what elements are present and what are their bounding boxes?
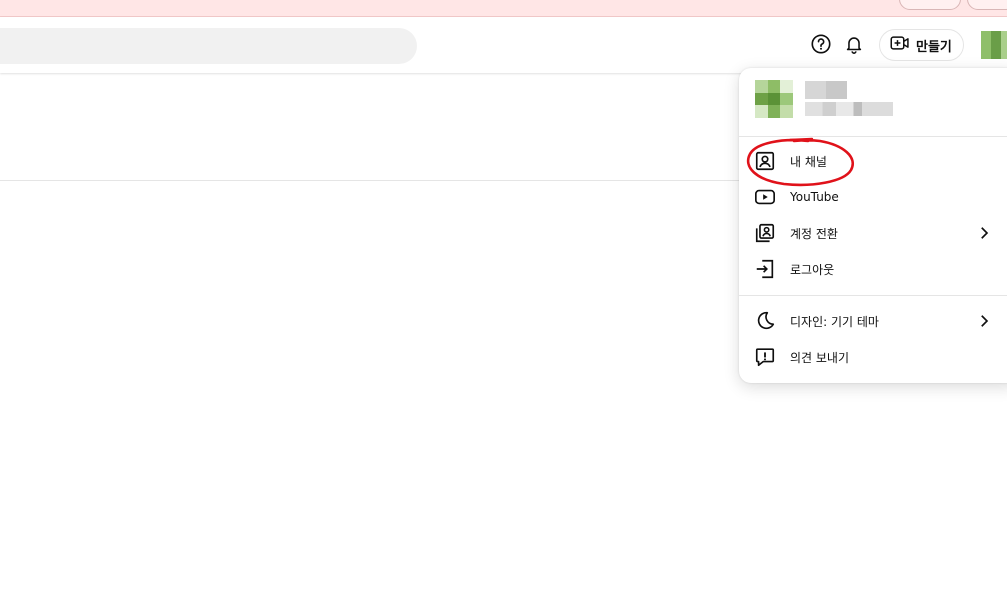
menu-item-send-feedback[interactable]: 의견 보내기 (739, 339, 1007, 375)
banner-pill-button[interactable] (899, 0, 961, 10)
menu-item-youtube[interactable]: YouTube (739, 179, 1007, 215)
menu-item-switch-account[interactable]: 계정 전환 (739, 215, 1007, 251)
youtube-icon (753, 185, 777, 209)
switch-account-icon (753, 221, 777, 245)
content-divider (0, 180, 760, 181)
menu-item-label: 계정 전환 (790, 226, 838, 241)
create-button[interactable]: 만들기 (879, 29, 964, 61)
chevron-right-icon (973, 222, 995, 244)
sign-out-icon (753, 257, 777, 281)
account-handle-blurred (805, 102, 893, 116)
account-header (739, 68, 1007, 136)
bell-icon[interactable] (841, 31, 867, 57)
menu-item-label: 로그아웃 (790, 262, 835, 277)
avatar (755, 80, 793, 118)
top-banner (0, 0, 1007, 17)
menu-item-label: YouTube (790, 190, 839, 204)
menu-item-label: 디자인: 기기 테마 (790, 314, 879, 329)
menu-item-label: 내 채널 (790, 154, 827, 169)
account-name-blurred (805, 81, 847, 99)
search-input[interactable] (0, 28, 417, 64)
feedback-icon (753, 345, 777, 369)
menu-item-my-channel[interactable]: 내 채널 (739, 143, 1007, 179)
page-root: 만들기 내 채널 YouTube 계정 전환 로그아웃 디자인: 기기 테마 의… (0, 0, 1007, 597)
menu-divider (739, 136, 1007, 137)
moon-icon (753, 309, 777, 333)
channel-icon (753, 149, 777, 173)
menu-divider (739, 295, 1007, 296)
create-video-icon (890, 34, 910, 56)
help-icon[interactable] (808, 31, 834, 57)
masthead: 만들기 (0, 17, 1007, 73)
avatar[interactable] (981, 31, 1007, 59)
chevron-right-icon (973, 310, 995, 332)
menu-item-appearance[interactable]: 디자인: 기기 테마 (739, 303, 1007, 339)
menu-item-label: 의견 보내기 (790, 350, 850, 365)
banner-pill-button[interactable] (967, 0, 1007, 10)
account-menu: 내 채널 YouTube 계정 전환 로그아웃 디자인: 기기 테마 의견 보내… (739, 68, 1007, 383)
create-button-label: 만들기 (916, 39, 952, 55)
menu-item-sign-out[interactable]: 로그아웃 (739, 251, 1007, 287)
